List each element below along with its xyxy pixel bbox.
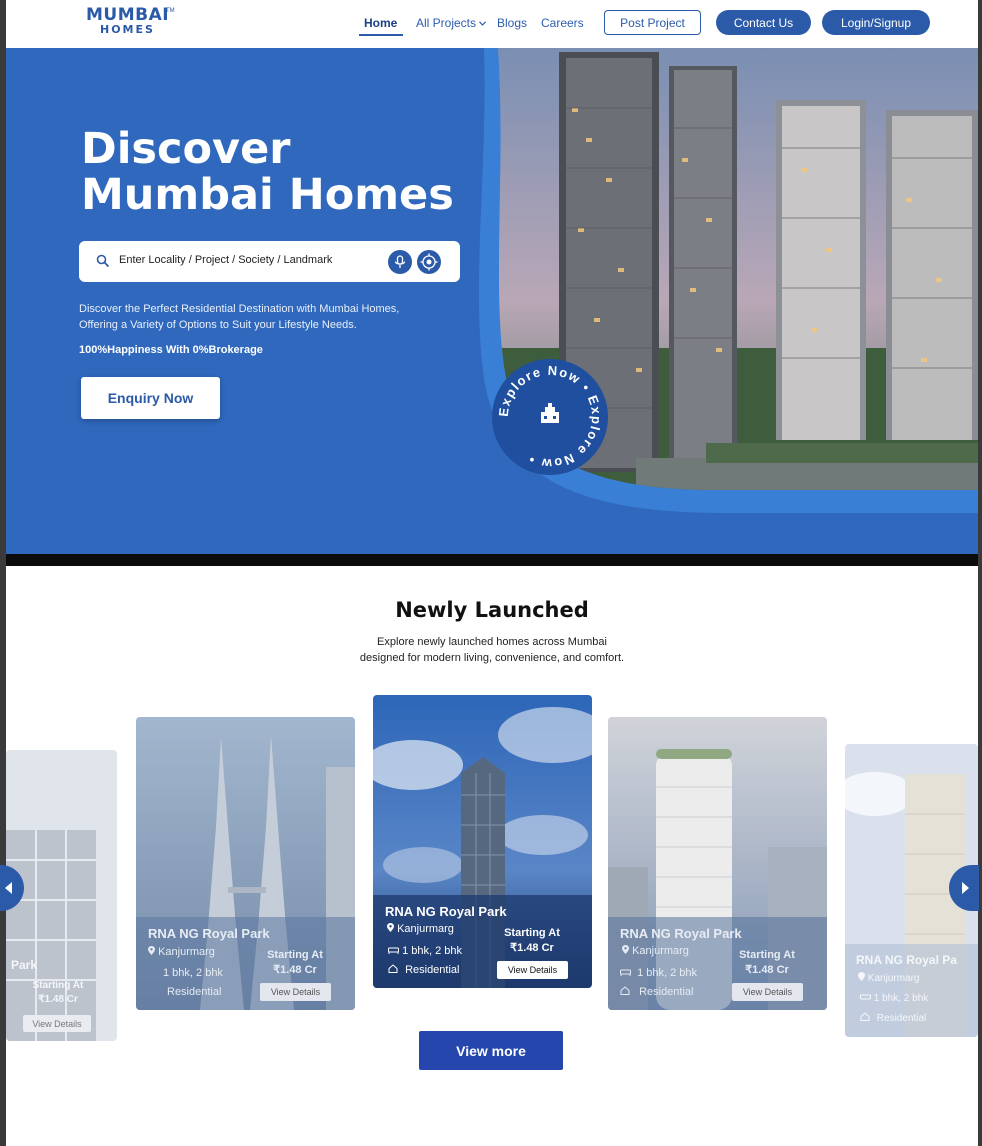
logo-text-mumbai: MUMBAI: [86, 5, 170, 25]
project-location: Kanjurmarg: [858, 972, 919, 984]
nav-all-projects[interactable]: All Projects: [416, 16, 487, 30]
caret-left-icon: [5, 882, 12, 894]
project-name: RNA NG Royal Pa: [856, 953, 957, 967]
project-config: 1 bhk, 2 bhk: [163, 967, 223, 979]
bed-icon: [860, 994, 871, 1000]
map-pin-icon: [622, 945, 629, 954]
starting-at-label: Starting At: [739, 949, 795, 961]
contact-us-button[interactable]: Contact Us: [716, 10, 811, 35]
map-pin-icon: [148, 946, 155, 955]
project-type: Residential: [620, 986, 693, 998]
map-pin-icon: [387, 923, 394, 932]
home-icon: [388, 964, 398, 973]
bed-icon: [388, 947, 399, 954]
map-pin-icon: [858, 972, 865, 981]
project-config: 1 bhk, 2 bhk: [860, 993, 928, 1004]
location-target-icon: [420, 253, 438, 271]
site-header: MUMBAI HOMES TM Home All Projects Blogs …: [6, 0, 978, 48]
chevron-down-icon: [479, 21, 487, 27]
project-type: Residential: [860, 1012, 926, 1024]
carousel-next-button[interactable]: [949, 865, 979, 911]
project-config: 1 bhk, 2 bhk: [388, 945, 462, 957]
project-location: Kanjurmarg: [387, 923, 454, 935]
project-type: Residential: [167, 986, 222, 998]
nav-home-active-indicator: [359, 34, 403, 36]
search-input[interactable]: Enter Locality / Project / Society / Lan…: [119, 254, 332, 266]
project-type: Residential: [388, 964, 459, 976]
logo-trademark: TM: [166, 8, 175, 14]
login-signup-button[interactable]: Login/Signup: [822, 10, 930, 35]
project-card-active[interactable]: RNA NG Royal Park Kanjurmarg 1 bhk, 2 bh…: [373, 695, 592, 988]
subtitle-line2: designed for modern living, convenience,…: [359, 652, 625, 664]
hero-title: Discover Mumbai Homes: [81, 126, 481, 218]
explore-now-badge[interactable]: Explore Now • Explore Now •: [490, 357, 610, 477]
project-name: RNA NG Royal Park: [148, 926, 270, 941]
nav-home[interactable]: Home: [364, 16, 397, 30]
project-location-text: Kanjurmarg: [158, 946, 215, 958]
project-type-text: Residential: [405, 964, 460, 976]
nav-all-projects-label: All Projects: [416, 16, 477, 30]
view-more-button[interactable]: View more: [419, 1031, 563, 1070]
project-name: Park: [11, 958, 38, 972]
search-bar[interactable]: Enter Locality / Project / Society / Lan…: [79, 241, 460, 282]
project-location: Kanjurmarg: [622, 945, 689, 957]
mumbai-homes-logo[interactable]: MUMBAI HOMES TM: [86, 6, 176, 42]
project-config-text: 1 bhk, 2 bhk: [873, 993, 929, 1004]
project-config-text: 1 bhk, 2 bhk: [402, 945, 462, 957]
project-config: 1 bhk, 2 bhk: [620, 967, 697, 979]
post-project-button[interactable]: Post Project: [604, 10, 701, 35]
microphone-icon: [394, 255, 406, 268]
project-price: ₹1.48 Cr: [38, 994, 78, 1005]
project-location-text: Kanjurmarg: [867, 973, 920, 984]
home-icon: [860, 1012, 870, 1021]
view-details-button[interactable]: View Details: [497, 961, 568, 979]
view-details-button[interactable]: View Details: [732, 983, 803, 1001]
nav-blogs[interactable]: Blogs: [497, 16, 527, 30]
project-name: RNA NG Royal Park: [620, 926, 742, 941]
project-location: Kanjurmarg: [148, 946, 215, 958]
hero-description: Discover the Perfect Residential Destina…: [79, 303, 400, 331]
section-divider: [6, 554, 978, 566]
starting-at-label: Starting At: [504, 927, 560, 939]
newly-launched-subtitle: Explore newly launched homes across Mumb…: [6, 634, 978, 666]
bed-icon: [620, 969, 631, 976]
enquiry-now-button[interactable]: Enquiry Now: [81, 377, 220, 419]
caret-right-icon: [962, 882, 969, 894]
view-details-button[interactable]: View Details: [23, 1015, 91, 1032]
project-type-text: Residential: [876, 1013, 927, 1024]
project-config-text: 1 bhk, 2 bhk: [637, 967, 697, 979]
search-icon: [96, 254, 110, 268]
starting-at-label: Starting At: [267, 949, 323, 961]
project-location-text: Kanjurmarg: [632, 945, 689, 957]
hero-tagline: 100%Happiness With 0%Brokerage: [79, 344, 263, 356]
project-location-text: Kanjurmarg: [397, 923, 454, 935]
project-price: ₹1.48 Cr: [745, 964, 789, 976]
starting-at-label: Starting At: [32, 980, 84, 991]
project-name: RNA NG Royal Park: [385, 904, 507, 919]
project-card[interactable]: RNA NG Royal Park Kanjurmarg 1 bhk, 2 bh…: [136, 717, 355, 1010]
subtitle-line1: Explore newly launched homes across Mumb…: [377, 636, 607, 648]
logo-text-homes: HOMES: [100, 23, 155, 36]
home-icon: [620, 986, 630, 995]
hero-title-line1: Discover: [81, 124, 291, 174]
hero-section: Discover Mumbai Homes Enter Locality / P…: [6, 48, 978, 554]
project-price: ₹1.48 Cr: [510, 942, 554, 954]
project-price: ₹1.48 Cr: [273, 964, 317, 976]
hero-title-line2: Mumbai Homes: [81, 170, 454, 220]
page-frame-right: [978, 0, 982, 1146]
locate-me-button[interactable]: [417, 250, 441, 274]
carousel-prev-button[interactable]: [0, 865, 24, 911]
microphone-button[interactable]: [388, 250, 412, 274]
nav-careers[interactable]: Careers: [541, 16, 584, 30]
view-details-button[interactable]: View Details: [260, 983, 331, 1001]
project-card[interactable]: RNA NG Royal Park Kanjurmarg 1 bhk, 2 bh…: [608, 717, 827, 1010]
project-type-text: Residential: [639, 986, 694, 998]
newly-launched-title: Newly Launched: [395, 598, 589, 622]
